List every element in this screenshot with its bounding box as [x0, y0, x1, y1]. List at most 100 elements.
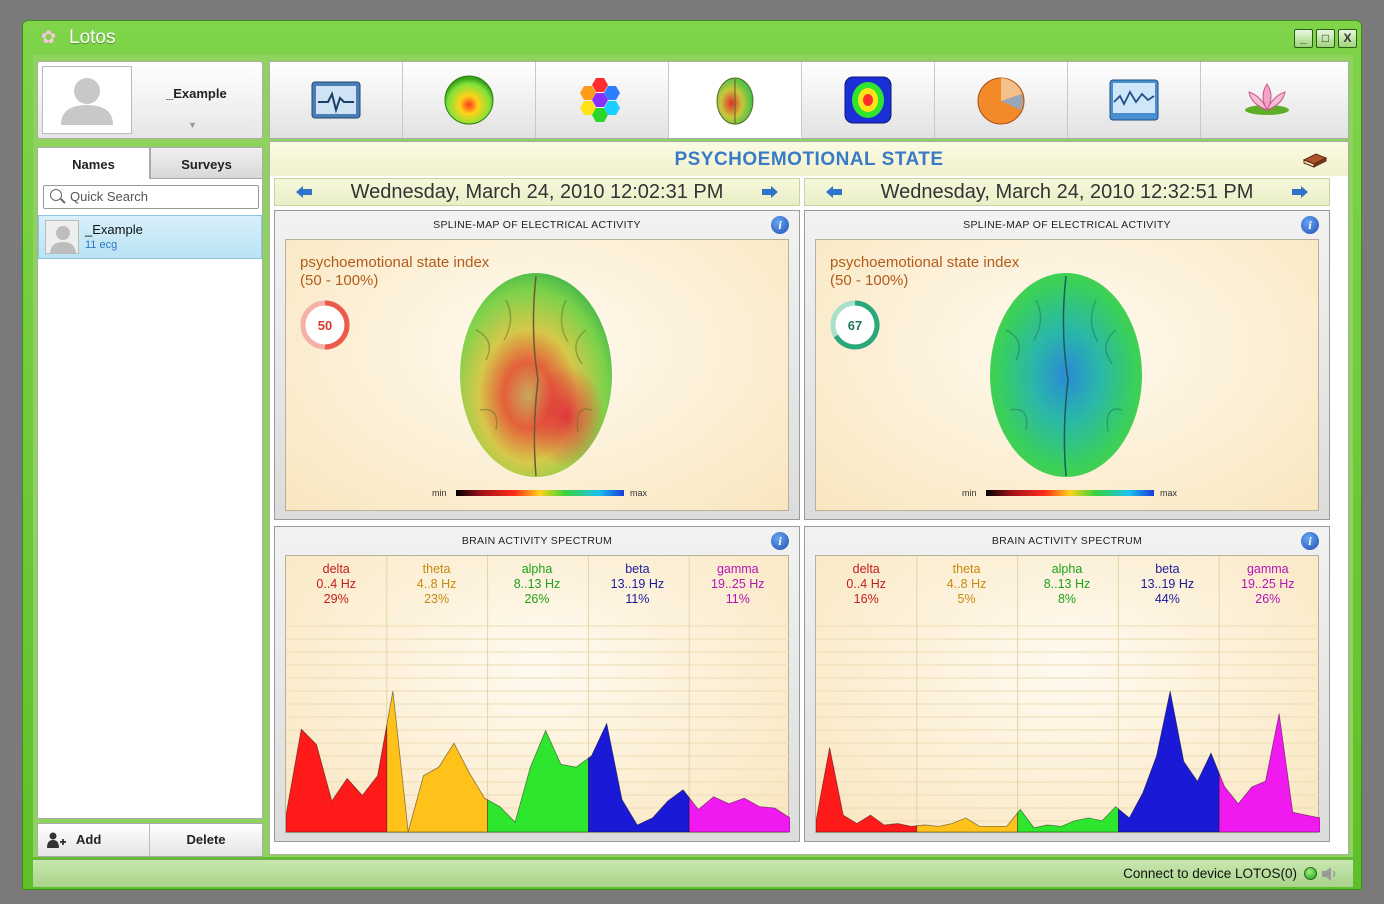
- band-percent: 29%: [323, 592, 349, 606]
- status-text: Connect to device LOTOS(0): [1123, 866, 1297, 881]
- arrow-right-icon[interactable]: [1291, 185, 1309, 199]
- band-label-beta: beta 13..19 Hz 11%: [587, 562, 687, 607]
- index-value: 67: [848, 318, 862, 333]
- band-range: 13..19 Hz: [610, 577, 665, 591]
- avatar: [45, 220, 79, 254]
- profile-card[interactable]: _Example ▼: [37, 61, 263, 139]
- band-name: gamma: [716, 562, 759, 576]
- tool-energy[interactable]: [403, 62, 536, 138]
- band-name: beta: [1155, 562, 1180, 576]
- connection-status-icon: [1304, 867, 1317, 880]
- band-name: delta: [852, 562, 880, 576]
- app-window: ✿ Lotos _ □ X _Example ▼ Names Surveys Q…: [22, 20, 1362, 890]
- page-title: PSYCHOEMOTIONAL STATE: [674, 149, 944, 170]
- ecg-monitor-icon: [311, 81, 361, 119]
- tool-lotus[interactable]: [1201, 62, 1334, 138]
- band-percent: 8%: [1057, 592, 1077, 606]
- info-icon[interactable]: i: [1301, 532, 1319, 550]
- index-gauge: 50: [300, 300, 350, 350]
- lotus-logo-icon: ✿: [41, 27, 57, 47]
- sidebar-footer: Add Delete: [37, 823, 263, 857]
- band-label-alpha: alpha 8..13 Hz 8%: [1017, 562, 1117, 607]
- tool-thermal[interactable]: [802, 62, 935, 138]
- band-label-gamma: gamma 19..25 Hz 11%: [688, 562, 788, 607]
- band-percent: 11%: [725, 592, 750, 606]
- spectrum-area-delta: [816, 747, 918, 833]
- module-toolbar: [269, 61, 1349, 139]
- tool-ecg[interactable]: [270, 62, 403, 138]
- spectrum-area-theta: [386, 690, 489, 833]
- close-button[interactable]: X: [1338, 29, 1357, 48]
- tab-names[interactable]: Names: [37, 147, 150, 179]
- band-label-delta: delta 0..4 Hz 16%: [816, 562, 916, 607]
- band-range: 4..8 Hz: [416, 577, 457, 591]
- brain-map-left: [460, 273, 612, 477]
- maximize-button[interactable]: □: [1316, 29, 1335, 48]
- spectrum-chart: delta 0..4 Hz 16% theta 4..8 Hz 5% alpha 8..13 …: [815, 555, 1320, 834]
- lotus-flower-icon: [1245, 83, 1289, 115]
- arrow-left-icon[interactable]: [295, 185, 313, 199]
- tool-pie[interactable]: [935, 62, 1068, 138]
- spectrum-area-theta: [916, 811, 1019, 833]
- info-icon[interactable]: i: [771, 216, 789, 234]
- map-area: psychoemotional state index (50 - 100%) …: [815, 239, 1319, 511]
- title-bar[interactable]: ✿ Lotos _ □ X: [23, 21, 1361, 55]
- tab-surveys[interactable]: Surveys: [150, 147, 263, 179]
- arrow-left-icon[interactable]: [825, 185, 843, 199]
- patient-list-panel: Quick Search _Example 11 ecg: [37, 179, 263, 819]
- spectrum-chart: delta 0..4 Hz 29% theta 4..8 Hz 23% alpha 8..13…: [285, 555, 790, 834]
- band-percent: 5%: [957, 592, 976, 606]
- chakra-hexagons-icon: [580, 78, 620, 122]
- spectrum-area-delta: [286, 724, 388, 833]
- band-percent: 16%: [853, 592, 879, 606]
- arrow-right-icon[interactable]: [761, 185, 779, 199]
- spectrum-area-beta: [1117, 690, 1220, 833]
- band-range: 8..13 Hz: [513, 577, 561, 591]
- band-percent: 26%: [1255, 592, 1281, 606]
- band-name: alpha: [1051, 562, 1083, 576]
- minimize-button[interactable]: _: [1294, 29, 1313, 48]
- add-user-button[interactable]: Add: [38, 824, 150, 856]
- band-label-beta: beta 13..19 Hz 44%: [1117, 562, 1217, 607]
- book-icon[interactable]: [1302, 150, 1328, 168]
- waveform-chart-icon: [1109, 79, 1159, 121]
- band-range: 0..4 Hz: [316, 577, 356, 591]
- main-area: PSYCHOEMOTIONAL STATE Wednesday, March 2…: [269, 61, 1349, 855]
- band-range: 0..4 Hz: [846, 577, 886, 591]
- search-input[interactable]: Quick Search: [43, 185, 259, 209]
- app-title: Lotos: [69, 27, 116, 48]
- brain-map-right: [990, 273, 1142, 477]
- view-header: PSYCHOEMOTIONAL STATE: [270, 142, 1348, 176]
- tool-chakras[interactable]: [536, 62, 669, 138]
- band-label-theta: theta 4..8 Hz 5%: [916, 562, 1016, 607]
- tool-brain-map[interactable]: [669, 62, 802, 138]
- search-icon: [50, 189, 62, 201]
- panel-title: BRAIN ACTIVITY SPECTRUM: [461, 535, 613, 547]
- patient-name: _Example: [85, 222, 143, 237]
- band-range: 8..13 Hz: [1043, 577, 1091, 591]
- speaker-icon[interactable]: [1321, 866, 1339, 882]
- scale-min: min: [962, 488, 977, 498]
- band-label-delta: delta 0..4 Hz 29%: [286, 562, 386, 607]
- tool-waveform[interactable]: [1068, 62, 1201, 138]
- panel-title: BRAIN ACTIVITY SPECTRUM: [991, 535, 1143, 547]
- index-value: 50: [318, 318, 332, 333]
- band-percent: 44%: [1154, 592, 1180, 606]
- color-scale-bar: [456, 490, 624, 496]
- delete-button[interactable]: Delete: [150, 824, 262, 856]
- band-name: beta: [625, 562, 650, 576]
- module-content: PSYCHOEMOTIONAL STATE Wednesday, March 2…: [269, 141, 1349, 855]
- spectrum-area-alpha: [1017, 806, 1119, 833]
- info-icon[interactable]: i: [771, 532, 789, 550]
- info-icon[interactable]: i: [1301, 216, 1319, 234]
- date-navigator-left: Wednesday, March 24, 2010 12:02:31 PM: [274, 178, 800, 206]
- list-item[interactable]: _Example 11 ecg: [38, 215, 262, 259]
- search-placeholder: Quick Search: [70, 189, 149, 204]
- spectrum-area-alpha: [487, 729, 589, 833]
- band-percent: 11%: [625, 592, 650, 606]
- profile-name: _Example: [166, 86, 227, 101]
- client-area: _Example ▼ Names Surveys Quick Search _E…: [33, 55, 1353, 857]
- chevron-down-icon[interactable]: ▼: [188, 120, 197, 130]
- scale-max: max: [1160, 488, 1178, 498]
- index-gauge: 67: [830, 300, 880, 350]
